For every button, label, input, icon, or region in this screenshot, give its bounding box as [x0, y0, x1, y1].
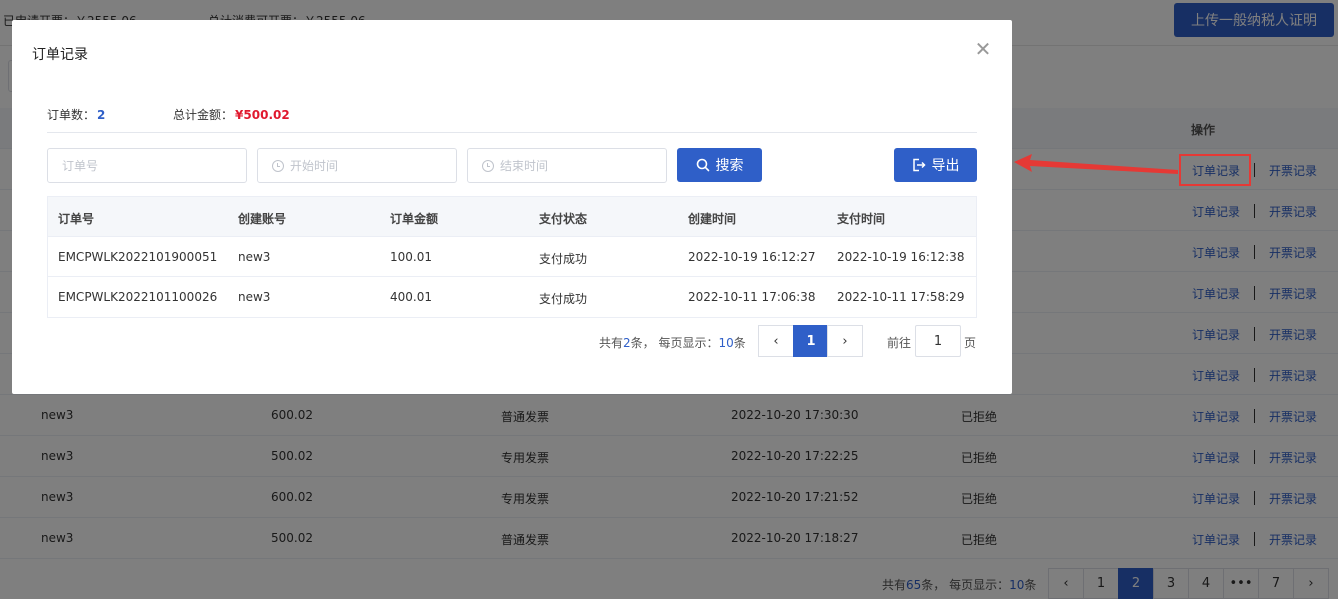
- goto-unit: 页: [964, 336, 977, 350]
- cell-pay-time: 2022-10-11 17:58:29: [837, 290, 965, 304]
- end-time-field[interactable]: [467, 148, 667, 183]
- arrow-annotation: [1014, 154, 1178, 174]
- order-record-dialog: 订单记录 ✕ 订单数：2 总计金额：¥500.02 搜索 导出 订单号 创建账号…: [12, 20, 1012, 394]
- search-button[interactable]: 搜索: [677, 148, 762, 182]
- dialog-pager-total: 共有2条， 每页显示：10条: [599, 336, 746, 350]
- divider: [47, 132, 977, 133]
- cell-pay-status: 支付成功: [539, 252, 588, 266]
- cell-create-time: 2022-10-11 17:06:38: [688, 290, 816, 304]
- column-pay-time: 支付时间: [837, 212, 886, 226]
- start-time-field[interactable]: [257, 148, 457, 183]
- search-icon: [696, 158, 710, 172]
- column-amount: 订单金额: [390, 212, 439, 226]
- search-button-label: 搜索: [715, 158, 744, 174]
- dialog-pagination: 共有2条， 每页显示：10条 ‹ 1 › 前往 页: [12, 325, 1012, 357]
- order-summary: 订单数： 2 总计金额： ¥500.02: [47, 106, 290, 123]
- total-amount: ¥500.02: [235, 108, 290, 122]
- goto-page-input[interactable]: [915, 325, 961, 357]
- start-time-input[interactable]: [290, 158, 456, 173]
- cell-create-time: 2022-10-19 16:12:27: [688, 250, 816, 264]
- dialog-page-button-active[interactable]: 1: [793, 325, 829, 357]
- clock-icon: [482, 159, 494, 172]
- close-icon[interactable]: ✕: [974, 39, 992, 59]
- cell-amount: 400.01: [390, 290, 432, 304]
- order-no-input[interactable]: [62, 158, 246, 173]
- cell-amount: 100.01: [390, 250, 432, 264]
- table-row: EMCPWLK2022101100026 new3 400.01 支付成功 20…: [48, 277, 976, 317]
- total-amount-label: 总计金额：: [173, 108, 234, 122]
- order-table: 订单号 创建账号 订单金额 支付状态 创建时间 支付时间 EMCPWLK2022…: [47, 196, 977, 318]
- column-account: 创建账号: [238, 212, 287, 226]
- cell-account: new3: [238, 290, 271, 304]
- order-no-field[interactable]: [47, 148, 247, 183]
- clock-icon: [272, 159, 284, 172]
- table-row: EMCPWLK2022101900051 new3 100.01 支付成功 20…: [48, 237, 976, 277]
- highlight-box: [1179, 154, 1251, 186]
- column-order-no: 订单号: [58, 212, 95, 226]
- order-count-label: 订单数：: [47, 108, 96, 122]
- export-button[interactable]: 导出: [894, 148, 977, 182]
- cell-order-no: EMCPWLK2022101100026: [58, 290, 218, 304]
- order-count: 2: [97, 108, 106, 122]
- order-table-header: 订单号 创建账号 订单金额 支付状态 创建时间 支付时间: [48, 197, 976, 237]
- end-time-input[interactable]: [500, 158, 666, 173]
- chevron-left-icon: ‹: [773, 333, 779, 349]
- cell-pay-time: 2022-10-19 16:12:38: [837, 250, 965, 264]
- dialog-title: 订单记录: [32, 47, 88, 63]
- column-pay-status: 支付状态: [539, 212, 588, 226]
- cell-account: new3: [238, 250, 271, 264]
- cell-order-no: EMCPWLK2022101900051: [58, 250, 218, 264]
- chevron-right-icon: ›: [842, 333, 848, 349]
- cell-pay-status: 支付成功: [539, 292, 588, 306]
- column-create-time: 创建时间: [688, 212, 737, 226]
- export-button-label: 导出: [931, 158, 960, 174]
- export-icon: [912, 158, 926, 172]
- dialog-next-page-button[interactable]: ›: [827, 325, 863, 357]
- goto-label: 前往: [887, 336, 912, 350]
- dialog-prev-page-button[interactable]: ‹: [758, 325, 794, 357]
